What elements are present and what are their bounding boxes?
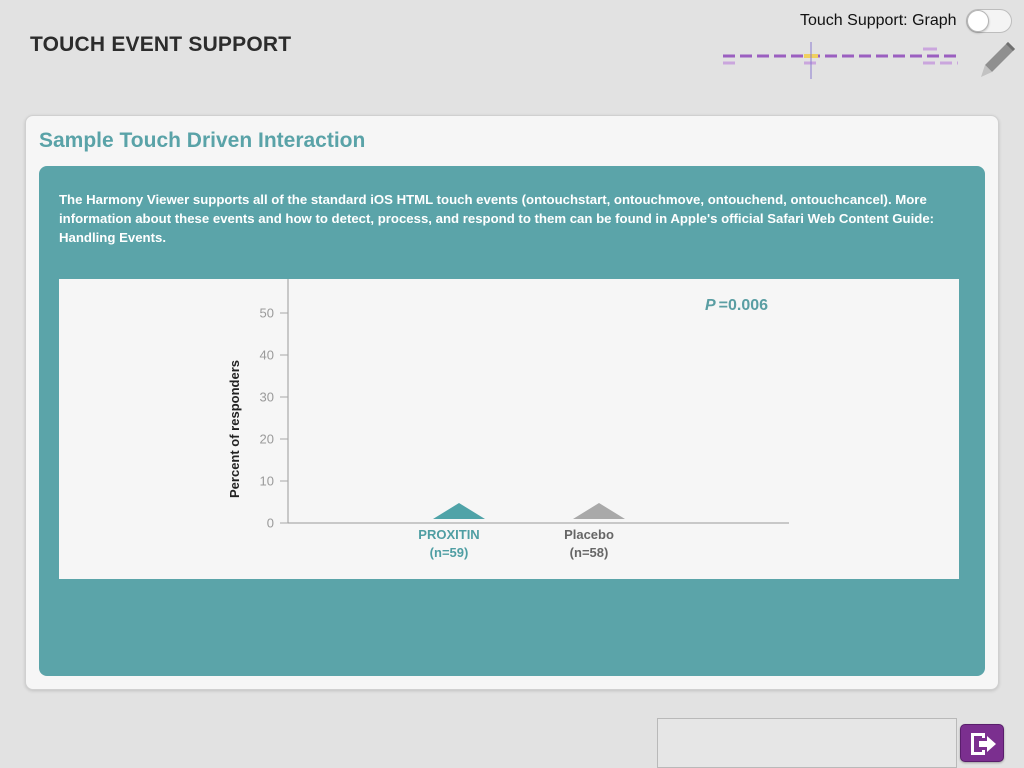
exit-button[interactable] — [960, 724, 1004, 762]
bar-proxitin — [433, 503, 485, 519]
timeline-scrubber[interactable] — [720, 42, 965, 82]
y-tick-label: 10 — [260, 474, 274, 489]
footer-field[interactable] — [657, 718, 957, 768]
p-value-annotation: P =0.006 — [705, 297, 768, 314]
category-sublabel: (n=58) — [570, 545, 609, 560]
page-title: TOUCH EVENT SUPPORT — [30, 33, 292, 56]
responders-chart[interactable]: 0 10 20 30 40 50 Percent of responders PROXITIN… — [59, 279, 959, 579]
card-title: Sample Touch Driven Interaction — [39, 129, 366, 152]
touch-support-label: Touch Support: Graph — [800, 12, 957, 29]
chart-area[interactable]: 0 10 20 30 40 50 Percent of responders PROXITIN… — [59, 279, 959, 579]
bar-placebo — [573, 503, 625, 519]
y-tick-label: 0 — [267, 516, 274, 531]
p-symbol: P — [705, 297, 716, 314]
touch-support-toggle[interactable] — [966, 9, 1012, 33]
p-value: =0.006 — [719, 297, 768, 314]
y-tick-label: 30 — [260, 390, 274, 405]
category-label: Placebo — [564, 527, 614, 542]
pencil-icon[interactable] — [978, 40, 1018, 80]
panel-description: The Harmony Viewer supports all of the s… — [59, 192, 935, 245]
toggle-knob — [967, 10, 989, 32]
y-tick-label: 20 — [260, 432, 274, 447]
category-sublabel: (n=59) — [430, 545, 469, 560]
y-axis-label: Percent of responders — [227, 360, 242, 498]
y-tick-label: 40 — [260, 348, 274, 363]
y-tick-label: 50 — [260, 306, 274, 321]
category-label: PROXITIN — [418, 527, 479, 542]
exit-icon — [971, 733, 996, 755]
